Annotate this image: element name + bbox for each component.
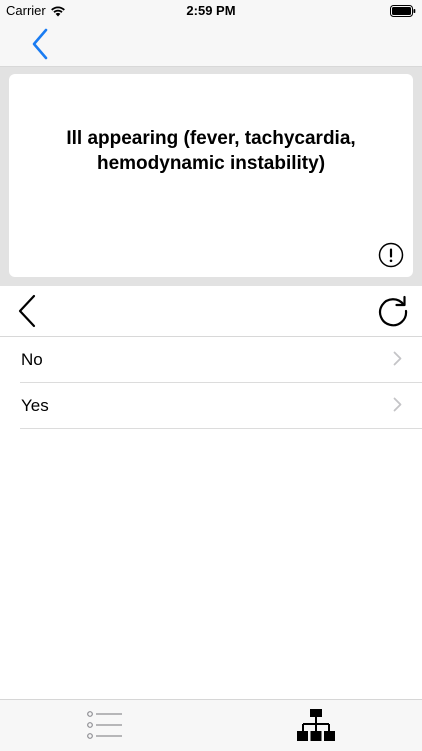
card-area: Ill appearing (fever, tachycardia, hemod… xyxy=(0,67,422,286)
chevron-left-icon xyxy=(32,28,48,60)
battery-icon xyxy=(390,5,416,20)
tab-bar xyxy=(0,699,422,751)
chevron-left-icon xyxy=(18,294,36,328)
tab-list[interactable] xyxy=(80,708,130,742)
option-label: Yes xyxy=(21,395,49,415)
list-icon xyxy=(87,711,122,739)
option-no[interactable]: No xyxy=(20,337,422,383)
restart-button[interactable] xyxy=(374,292,412,330)
answer-options: No Yes xyxy=(0,337,422,429)
chevron-right-icon xyxy=(393,397,402,412)
option-yes[interactable]: Yes xyxy=(20,383,422,429)
refresh-icon xyxy=(378,295,408,327)
info-button[interactable] xyxy=(378,242,404,268)
option-label: No xyxy=(21,349,43,369)
sitemap-icon xyxy=(297,709,335,741)
chevron-right-icon xyxy=(393,351,402,366)
previous-step-button[interactable] xyxy=(10,292,44,330)
tab-flowchart[interactable] xyxy=(291,708,341,742)
status-bar: Carrier 2:59 PM xyxy=(0,0,422,22)
nav-back-button[interactable] xyxy=(22,26,58,62)
exclamation-circle-icon xyxy=(378,242,404,268)
navigation-bar xyxy=(0,22,422,67)
question-text: Ill appearing (fever, tachycardia, hemod… xyxy=(66,128,356,174)
status-time: 2:59 PM xyxy=(186,3,236,18)
question-card: Ill appearing (fever, tachycardia, hemod… xyxy=(9,74,413,277)
flow-toolbar xyxy=(0,286,422,337)
